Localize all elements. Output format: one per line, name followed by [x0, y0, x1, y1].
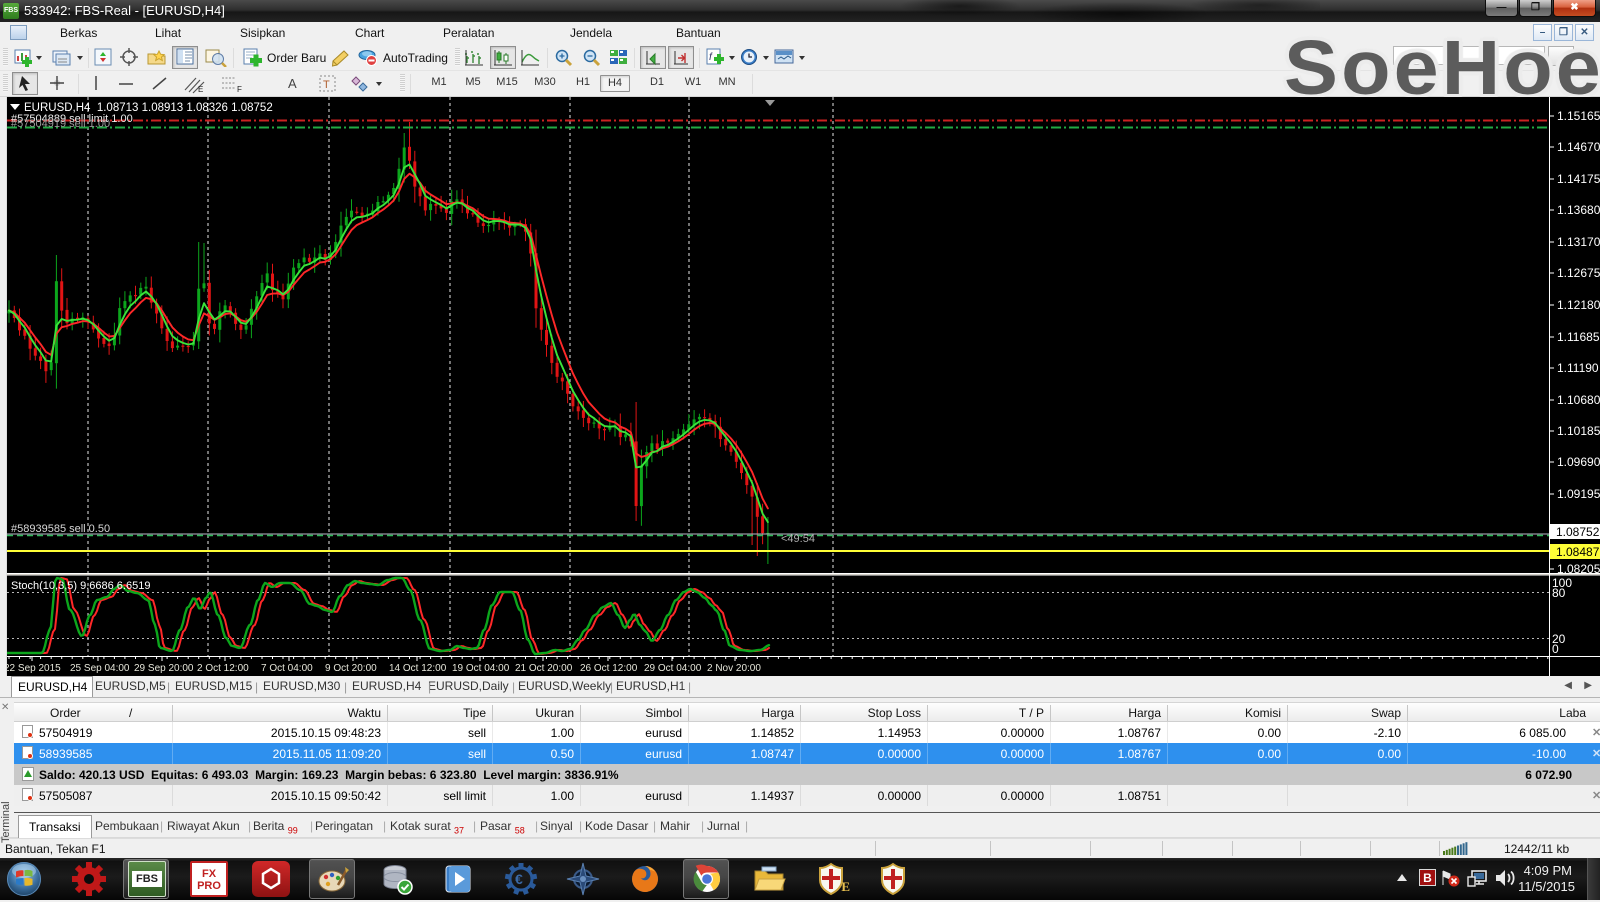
svg-text:#58939585 sell 0.50: #58939585 sell 0.50	[11, 523, 110, 535]
svg-text:19 Oct 04:00: 19 Oct 04:00	[452, 663, 510, 674]
svg-text:9 Oct 20:00: 9 Oct 20:00	[325, 663, 377, 674]
svg-text:80: 80	[1552, 586, 1566, 600]
svg-text:14 Oct 12:00: 14 Oct 12:00	[389, 663, 447, 674]
svg-text:1.08752: 1.08752	[1556, 525, 1600, 539]
svg-text:T: T	[323, 79, 330, 91]
svg-text:1.10185: 1.10185	[1557, 424, 1600, 438]
svg-text:#57504919 sell 1.00: #57504919 sell 1.00	[11, 118, 110, 130]
svg-text:1.13170: 1.13170	[1557, 235, 1600, 249]
svg-text:1.15165: 1.15165	[1557, 109, 1600, 123]
svg-text:25 Sep 04:00: 25 Sep 04:00	[70, 663, 130, 674]
svg-text:1.11190: 1.11190	[1557, 361, 1599, 375]
svg-text:2 Nov 20:00: 2 Nov 20:00	[707, 663, 761, 674]
svg-text:22 Sep 2015: 22 Sep 2015	[4, 663, 61, 674]
svg-text:€: €	[515, 871, 523, 887]
svg-text:1.08205: 1.08205	[1557, 562, 1600, 576]
svg-text:1.09195: 1.09195	[1557, 487, 1600, 501]
svg-text:1.14670: 1.14670	[1557, 140, 1600, 154]
svg-text:26 Oct 12:00: 26 Oct 12:00	[580, 663, 638, 674]
svg-text:29 Sep 20:00: 29 Sep 20:00	[134, 663, 194, 674]
svg-text:E: E	[198, 85, 203, 94]
svg-text:2 Oct 12:00: 2 Oct 12:00	[197, 663, 249, 674]
svg-text:1.12675: 1.12675	[1557, 266, 1600, 280]
svg-text:1.08487: 1.08487	[1556, 545, 1600, 559]
svg-text:1.14175: 1.14175	[1557, 172, 1600, 186]
svg-text:1.13680: 1.13680	[1557, 203, 1600, 217]
svg-text:1.09690: 1.09690	[1557, 455, 1600, 469]
svg-text:1.12180: 1.12180	[1557, 298, 1600, 312]
svg-text:<49:54: <49:54	[781, 533, 815, 545]
svg-text:1.10680: 1.10680	[1557, 393, 1600, 407]
svg-text:29 Oct 04:00: 29 Oct 04:00	[644, 663, 702, 674]
svg-text:1.11685: 1.11685	[1557, 330, 1600, 344]
svg-text:Stoch(10,3,5) 9.6686 6.6519: Stoch(10,3,5) 9.6686 6.6519	[11, 580, 150, 592]
svg-text:21 Oct 20:00: 21 Oct 20:00	[515, 663, 573, 674]
svg-text:F: F	[237, 85, 242, 94]
svg-text:0: 0	[1552, 642, 1559, 656]
svg-text:7 Oct 04:00: 7 Oct 04:00	[261, 663, 313, 674]
